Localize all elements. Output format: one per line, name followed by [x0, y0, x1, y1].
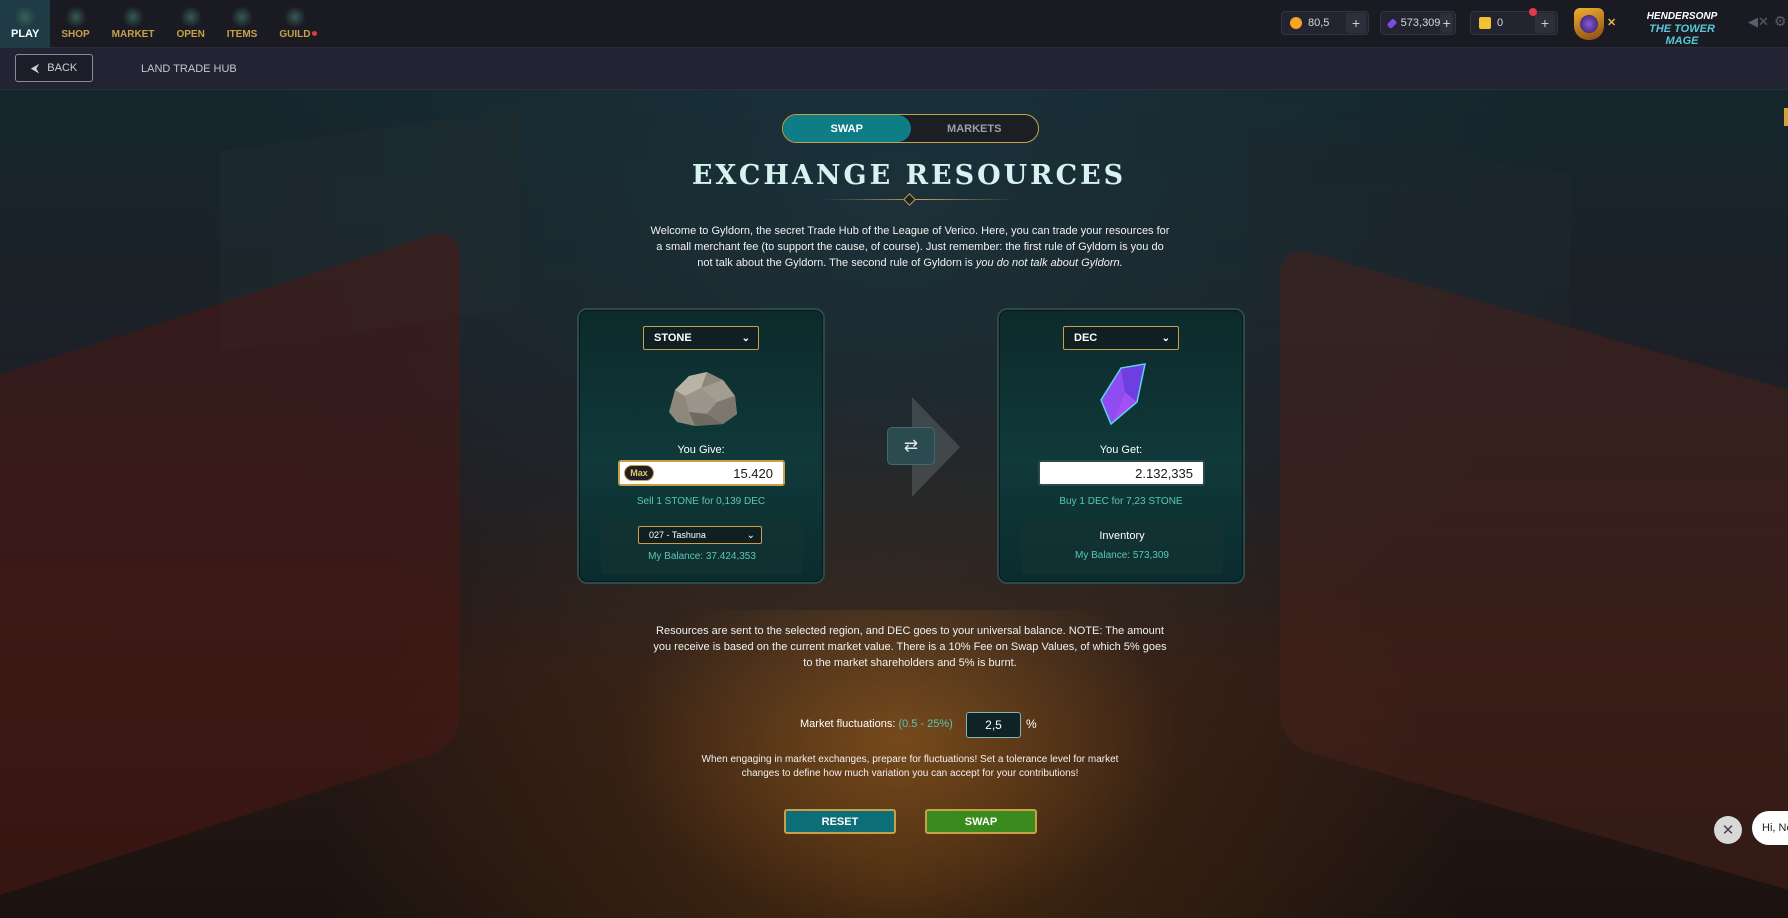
get-resource-select[interactable]: DEC ⌄: [1063, 326, 1179, 350]
give-amount-value: 15.420: [733, 465, 773, 481]
nav-shop[interactable]: SHOP: [50, 0, 100, 48]
add-credits-button[interactable]: +: [1346, 13, 1366, 33]
shop-icon: [64, 5, 87, 28]
max-button[interactable]: Max: [624, 465, 654, 481]
background-tent: [1280, 243, 1788, 917]
region-value: 027 - Tashuna: [649, 530, 706, 540]
tickets-value: 0: [1497, 17, 1504, 29]
sell-rate: Sell 1 STONE for 0,139 DEC: [636, 496, 766, 507]
destination-label: Inventory: [1099, 530, 1145, 542]
tickets-balance: 0 +: [1470, 8, 1558, 35]
items-icon: [231, 5, 254, 28]
tab-markets[interactable]: MARKETS: [911, 115, 1039, 142]
chat-bubble[interactable]: Hi, Ne: [1752, 811, 1788, 845]
edge-marker: [1784, 108, 1788, 126]
get-amount-field[interactable]: 2.132,335: [1038, 460, 1205, 486]
breadcrumb: LAND TRADE HUB: [141, 63, 237, 75]
give-card: STONE ⌄ You Give: Max 15.420 Sell 1 STON…: [577, 308, 825, 584]
chevron-down-icon: ⌄: [746, 529, 755, 541]
region-select[interactable]: 027 - Tashuna ⌄: [638, 526, 762, 544]
fee-notice: Resources are sent to the selected regio…: [653, 625, 1167, 669]
intro-text-italic: you do not talk about Gyldorn.: [975, 257, 1123, 269]
back-button-label: BACK: [47, 62, 78, 74]
you-give-label: You Give:: [677, 444, 725, 456]
region-panel: 027 - Tashuna ⌄ My Balance: 37.424,353: [601, 518, 803, 574]
gear-icon[interactable]: ⚙: [1774, 13, 1787, 30]
notification-dot: [1529, 8, 1537, 16]
nav-guild[interactable]: GUILD: [268, 0, 321, 48]
stone-icon: [669, 372, 737, 426]
close-icon[interactable]: ✕: [1714, 816, 1742, 844]
give-balance: My Balance: 37.424,353: [648, 551, 756, 562]
play-icon: [14, 5, 37, 28]
avatar-emblem-icon: [1580, 15, 1598, 33]
market-backdrop: [0, 90, 1788, 918]
nav-open-label: OPEN: [176, 28, 205, 40]
back-button[interactable]: ⮜ BACK: [15, 54, 93, 82]
open-icon: [179, 5, 202, 28]
nav-shop-label: SHOP: [61, 28, 90, 40]
buy-rate: Buy 1 DEC for 7,23 STONE: [1059, 496, 1183, 507]
dec-balance: 573,309 +: [1380, 11, 1456, 35]
add-tickets-button[interactable]: +: [1535, 13, 1555, 33]
give-resource-select[interactable]: STONE ⌄: [643, 326, 759, 350]
get-amount-value: 2.132,335: [1135, 465, 1193, 481]
player-name[interactable]: HENDERSONP: [1632, 11, 1732, 22]
intro-text: Welcome to Gyldorn, the secret Trade Hub…: [650, 223, 1170, 271]
player-title: THE TOWER MAGE: [1649, 23, 1715, 47]
nav-market-label: MARKET: [111, 28, 155, 40]
title-divider: [824, 199, 1014, 200]
fluctuation-unit: %: [1026, 717, 1037, 731]
get-card: DEC ⌄ You Get: 2.132,335 Buy 1 DEC for 7…: [997, 308, 1245, 584]
sub-header: ⮜ BACK LAND TRADE HUB: [0, 48, 1788, 126]
nav-market[interactable]: MARKET: [101, 0, 166, 48]
player-avatar[interactable]: [1574, 8, 1604, 40]
fluctuation-input[interactable]: 2,5: [966, 712, 1021, 738]
chevron-down-icon: ⌄: [1161, 332, 1170, 344]
nav-play-label: PLAY: [11, 27, 40, 40]
destination-panel: Inventory My Balance: 573,309: [1021, 518, 1223, 574]
fluctuation-hint: When engaging in market exchanges, prepa…: [701, 754, 1119, 779]
dec-crystal-icon: [1100, 363, 1146, 426]
add-dec-button[interactable]: +: [1440, 13, 1453, 33]
rank-icon: ✕: [1607, 17, 1617, 29]
credits-coin-icon: [1290, 17, 1302, 29]
fluctuation-label-text: Market fluctuations:: [800, 718, 896, 730]
credits-value: 80,5: [1308, 17, 1330, 29]
guild-icon: [283, 5, 306, 28]
mute-icon[interactable]: ◀✕: [1748, 14, 1769, 30]
credits-balance: 80,5 +: [1281, 11, 1369, 35]
view-toggle: SWAP MARKETS: [782, 114, 1039, 143]
fluctuation-range: (0.5 - 25%): [898, 718, 953, 730]
notification-dot: [312, 30, 318, 36]
give-amount-input[interactable]: Max 15.420: [618, 460, 785, 486]
tab-swap[interactable]: SWAP: [783, 115, 911, 142]
get-balance: My Balance: 573,309: [1075, 550, 1169, 561]
dec-crystal-icon: [1386, 17, 1398, 29]
get-resource-value: DEC: [1074, 332, 1098, 344]
you-get-label: You Get:: [1099, 444, 1143, 456]
market-icon: [122, 5, 145, 28]
nav-open[interactable]: OPEN: [165, 0, 215, 48]
back-arrow-icon: ⮜: [30, 60, 40, 75]
swap-button[interactable]: SWAP: [925, 809, 1037, 834]
reset-button[interactable]: RESET: [784, 809, 896, 834]
nav-play[interactable]: PLAY: [0, 0, 51, 48]
give-resource-value: STONE: [654, 332, 692, 344]
dec-value: 573,309: [1400, 17, 1441, 29]
nav-items[interactable]: ITEMS: [216, 0, 269, 48]
nav-items-label: ITEMS: [226, 28, 258, 40]
fluctuation-label: Market fluctuations: (0.5 - 25%): [800, 718, 953, 730]
background-tent: [0, 225, 460, 915]
ticket-icon: [1479, 17, 1491, 29]
swap-arrows-icon: ⇄: [903, 436, 919, 455]
page-title: EXCHANGE RESOURCES: [691, 160, 1127, 191]
chevron-down-icon: ⌄: [741, 332, 750, 344]
nav-guild-label: GUILD: [279, 28, 311, 40]
swap-direction-button[interactable]: ⇄: [887, 427, 935, 465]
